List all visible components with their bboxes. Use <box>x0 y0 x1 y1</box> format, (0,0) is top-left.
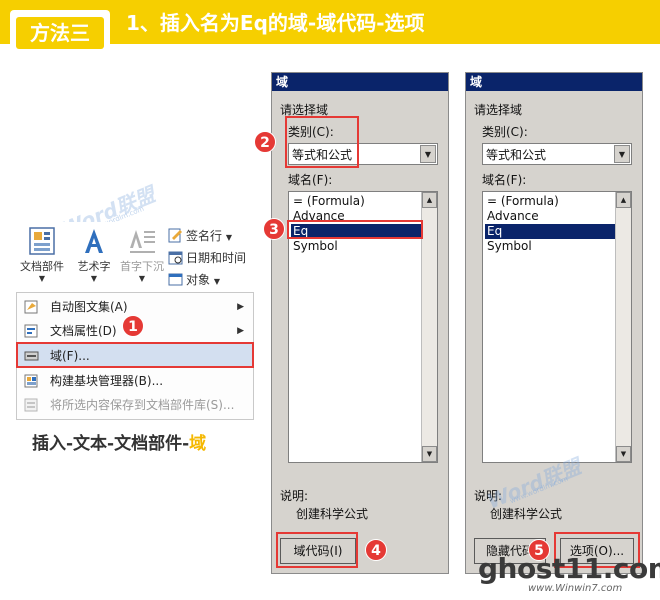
menu-item-label: 文档属性(D) <box>50 324 117 338</box>
menu-item-label: 将所选内容保存到文档部件库(S)... <box>50 398 235 412</box>
object-button[interactable]: 对象 ▼ <box>168 270 220 290</box>
chevron-down-icon: ▼ <box>225 233 232 242</box>
object-icon <box>168 273 183 286</box>
drop-cap-icon <box>130 230 155 253</box>
page-title: 1、插入名为Eq的域-域代码-选项 <box>126 11 425 35</box>
scroll-down-icon[interactable]: ▼ <box>422 446 437 462</box>
dialog-title: 域 <box>272 73 448 91</box>
signature-line-label: 签名行 <box>186 229 223 243</box>
signature-line-icon <box>168 228 182 243</box>
chevron-down-icon: ▼ <box>213 277 220 286</box>
caption-highlight: 域 <box>189 434 207 454</box>
step-badge-4: 4 <box>365 539 387 561</box>
description-label: 说明: <box>280 489 309 503</box>
scroll-down-icon[interactable]: ▼ <box>616 446 631 462</box>
group-label: 请选择域 <box>474 103 523 117</box>
signature-line-button[interactable]: 签名行 ▼ <box>168 226 232 246</box>
quick-parts-label: 文档部件 <box>20 260 64 273</box>
caption-path: 插入-文本-文档部件- <box>32 434 190 454</box>
navigation-caption: 插入-文本-文档部件-域 <box>32 429 206 454</box>
save-selection-icon <box>24 398 38 412</box>
list-scrollbar[interactable]: ▲ ▼ <box>421 192 437 462</box>
quick-parts-button[interactable]: 文档部件 ▼ <box>16 226 68 292</box>
step-badge-1: 1 <box>122 315 144 337</box>
method-badge: 方法三 <box>10 10 110 54</box>
list-item[interactable]: Symbol <box>485 239 615 254</box>
list-scrollbar[interactable]: ▲ ▼ <box>615 192 631 462</box>
method-badge-label: 方法三 <box>16 17 104 49</box>
date-time-label: 日期和时间 <box>186 251 247 265</box>
date-time-button[interactable]: 日期和时间 <box>168 248 246 268</box>
object-label: 对象 <box>186 273 211 287</box>
insert-ribbon-group: 文档部件 ▼ 艺术字 ▼ 首字下沉 ▼ 签名行 ▼ 日期和时间 对象 ▼ <box>16 222 252 292</box>
category-label: 类别(C): <box>482 125 528 139</box>
building-blocks-icon <box>24 374 38 388</box>
chevron-right-icon: ▶ <box>237 302 244 312</box>
list-item-selected[interactable]: Eq <box>485 224 615 239</box>
highlight-box-eq <box>287 220 423 239</box>
menu-item-label: 构建基块管理器(B)... <box>50 374 164 388</box>
document-property-icon <box>24 324 38 338</box>
field-names-label: 域名(F): <box>288 173 333 187</box>
highlight-box-field-codes <box>276 532 358 568</box>
category-value: 等式和公式 <box>486 148 547 162</box>
field-names-label: 域名(F): <box>482 173 527 187</box>
highlight-box-category <box>285 116 359 168</box>
field-names-list[interactable]: = (Formula) Advance Eq Symbol ▲ ▼ <box>482 191 632 463</box>
description-text: 创建科学公式 <box>296 507 369 521</box>
chevron-right-icon: ▶ <box>237 326 244 336</box>
dialog-title: 域 <box>466 73 642 91</box>
chevron-down-icon: ▼ <box>138 274 146 283</box>
list-item[interactable]: = (Formula) <box>291 194 421 209</box>
wordart-button[interactable]: 艺术字 ▼ <box>68 226 120 292</box>
dropdown-arrow-icon[interactable]: ▼ <box>614 145 630 163</box>
site-watermark: ghost11.com <box>478 552 660 585</box>
site-watermark-sub: www.Winwin7.com <box>528 583 623 594</box>
chevron-down-icon: ▼ <box>38 274 46 283</box>
wordart-icon <box>85 229 103 253</box>
step-badge-2: 2 <box>254 131 276 153</box>
menu-item-label: 自动图文集(A) <box>50 300 128 314</box>
scroll-up-icon[interactable]: ▲ <box>616 192 631 208</box>
drop-cap-label: 首字下沉 <box>120 260 164 273</box>
highlight-box-field <box>16 342 254 368</box>
menu-item-save-selection: 将所选内容保存到文档部件库(S)... <box>18 393 252 417</box>
chevron-down-icon: ▼ <box>90 274 98 283</box>
step-badge-3: 3 <box>263 218 285 240</box>
date-time-icon <box>168 251 183 265</box>
list-item[interactable]: Symbol <box>291 239 421 254</box>
list-item[interactable]: Advance <box>485 209 615 224</box>
dropdown-arrow-icon[interactable]: ▼ <box>420 145 436 163</box>
scroll-up-icon[interactable]: ▲ <box>422 192 437 208</box>
drop-cap-button[interactable]: 首字下沉 ▼ <box>116 226 168 292</box>
category-select[interactable]: 等式和公式 ▼ <box>482 143 632 165</box>
menu-item-building-blocks[interactable]: 构建基块管理器(B)... <box>18 369 252 393</box>
autotext-icon <box>24 300 38 314</box>
quick-parts-icon <box>29 227 55 255</box>
list-item[interactable]: = (Formula) <box>485 194 615 209</box>
wordart-label: 艺术字 <box>77 260 111 273</box>
